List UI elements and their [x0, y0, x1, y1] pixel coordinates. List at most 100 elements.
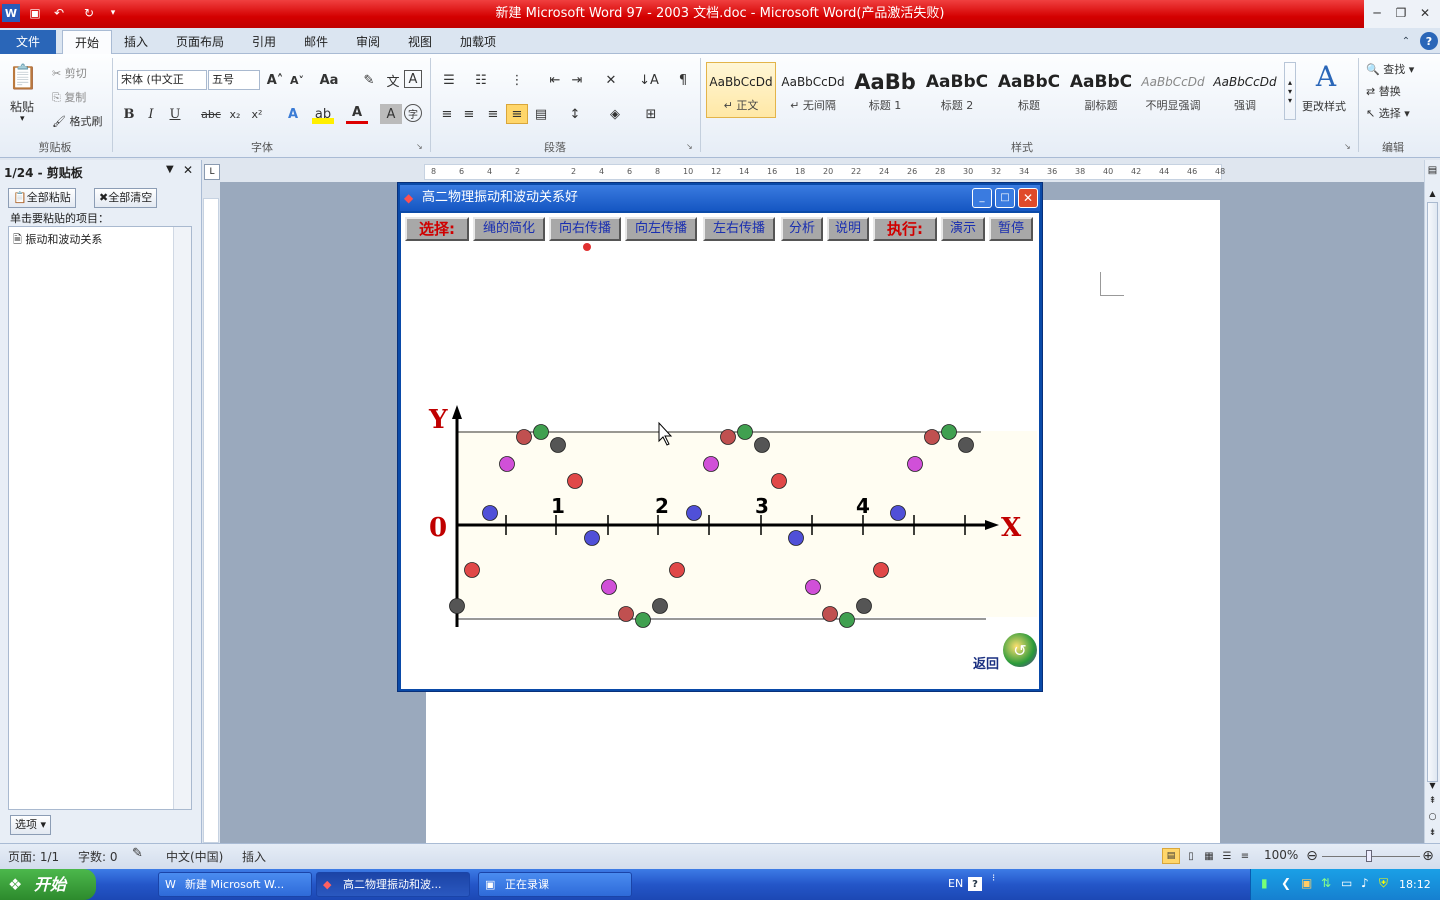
taskbar-item-recording[interactable]: ▣ 正在录课 — [478, 872, 632, 897]
draft-icon[interactable]: ≡ — [1236, 848, 1254, 864]
line-spacing-icon[interactable]: ↕ — [564, 104, 586, 124]
change-styles-icon[interactable]: A — [1308, 58, 1344, 94]
distributed-icon[interactable]: ▤ — [530, 104, 552, 124]
minimize-icon[interactable]: ─ — [1366, 4, 1388, 22]
style-title[interactable]: AaBbC 标题 — [994, 62, 1064, 118]
scroll-down-icon[interactable]: ▼ — [1425, 778, 1440, 792]
battery-icon[interactable]: ▮ — [1261, 876, 1268, 890]
styles-dialog-launcher-icon[interactable]: ↘ — [1344, 142, 1351, 151]
ime-options-icon[interactable]: ⁝ — [992, 873, 995, 884]
enclose-char-icon[interactable]: 字 — [404, 104, 422, 122]
clear-all-button[interactable]: ✖全部清空 — [94, 188, 158, 208]
highlight-icon[interactable]: ab — [312, 104, 334, 124]
tab-references[interactable]: 引用 — [240, 30, 288, 54]
format-painter-button[interactable]: 🖌 格式刷 — [52, 113, 102, 129]
italic-icon[interactable]: I — [140, 104, 162, 124]
tab-file[interactable]: 文件 — [0, 30, 56, 54]
strikethrough-icon[interactable]: abc — [200, 104, 222, 124]
font-size-combo[interactable]: 五号 — [208, 70, 260, 90]
taskbar-item-flash[interactable]: ◆ 高二物理振动和波... — [316, 872, 470, 897]
bold-icon[interactable]: B — [118, 104, 140, 124]
cut-button[interactable]: ✂ 剪切 — [52, 65, 87, 81]
input-language[interactable]: EN — [948, 877, 963, 890]
tab-home[interactable]: 开始 — [62, 30, 113, 54]
tab-addins[interactable]: 加载项 — [448, 30, 508, 54]
align-left-icon[interactable]: ≡ — [436, 104, 458, 124]
scroll-thumb[interactable] — [1427, 202, 1438, 782]
justify-icon[interactable]: ≡ — [506, 104, 528, 124]
phonetic-guide-icon[interactable]: 文 — [382, 70, 404, 90]
document-vertical-scrollbar[interactable]: ▤ ▲ ▼ ⇞ ○ ⇟ — [1424, 160, 1440, 843]
borders-icon[interactable]: ⊞ — [640, 104, 662, 124]
copy-button[interactable]: ⎘ 复制 — [52, 89, 86, 105]
style-heading-1[interactable]: AaBb 标题 1 — [850, 62, 920, 118]
tab-selector-icon[interactable]: L — [204, 164, 220, 180]
replace-button[interactable]: ⇄ 替换 — [1366, 83, 1401, 99]
zoom-out-icon[interactable]: ⊖ — [1304, 848, 1320, 864]
paste-icon[interactable]: 📋 — [8, 60, 38, 94]
tab-insert[interactable]: 插入 — [112, 30, 160, 54]
ime-help-icon[interactable]: ? — [968, 877, 982, 891]
bullets-icon[interactable]: ☰ — [438, 70, 460, 90]
help-icon[interactable]: ? — [1420, 32, 1438, 50]
tab-page-layout[interactable]: 页面布局 — [164, 30, 236, 54]
styles-scroll[interactable]: ▴ ▾ ▾ — [1284, 62, 1296, 120]
numbering-icon[interactable]: ☷ — [470, 70, 492, 90]
restore-icon[interactable]: ❐ — [1390, 4, 1412, 22]
change-case-icon[interactable]: Aa — [318, 70, 340, 90]
paste-all-button[interactable]: 📋全部粘贴 — [8, 188, 76, 208]
full-screen-reading-icon[interactable]: ▯ — [1182, 848, 1200, 864]
grow-font-icon[interactable]: A˄ — [264, 70, 286, 90]
flash-close-icon[interactable]: ✕ — [1018, 188, 1038, 208]
paragraph-dialog-launcher-icon[interactable]: ↘ — [686, 142, 693, 151]
start-button[interactable]: ❖ 开始 — [0, 869, 96, 900]
scroll-up-icon[interactable]: ▲ — [1425, 186, 1440, 200]
display-icon[interactable]: ▭ — [1341, 876, 1352, 890]
proofing-icon[interactable]: ✎ — [132, 846, 143, 861]
collapse-ribbon-icon[interactable]: ⌃ — [1398, 33, 1414, 49]
outline-icon[interactable]: ☰ — [1218, 848, 1236, 864]
style-emphasis[interactable]: AaBbCcDd 强调 — [1210, 62, 1280, 118]
style-heading-2[interactable]: AaBbC 标题 2 — [922, 62, 992, 118]
paste-button[interactable]: 粘贴 — [10, 98, 34, 115]
tray-app-icon[interactable]: ▣ — [1301, 876, 1312, 890]
find-button[interactable]: 🔍 查找 ▾ — [1366, 61, 1414, 77]
web-layout-icon[interactable]: ▦ — [1200, 848, 1218, 864]
clock[interactable]: 18:12 — [1399, 878, 1431, 891]
insert-mode[interactable]: 插入 — [242, 848, 266, 865]
taskbar-item-word[interactable]: W 新建 Microsoft W... — [158, 872, 312, 897]
network-icon[interactable]: ⇅ — [1321, 876, 1331, 890]
clipboard-item[interactable]: 🗎 振动和波动关系 — [13, 231, 102, 250]
tab-review[interactable]: 审阅 — [344, 30, 392, 54]
change-styles-button[interactable]: 更改样式 — [1302, 98, 1346, 114]
align-center-icon[interactable]: ≡ — [458, 104, 480, 124]
volume-icon[interactable]: ♪ — [1361, 876, 1369, 890]
show-marks-icon[interactable]: ¶ — [672, 70, 694, 90]
security-shield-icon[interactable]: ⛨ — [1379, 876, 1388, 891]
font-color-icon[interactable]: A — [346, 104, 368, 124]
font-name-combo[interactable]: 宋体 (中文正 — [117, 70, 207, 90]
style-subtle-emphasis[interactable]: AaBbCcDd 不明显强调 — [1138, 62, 1208, 118]
superscript-icon[interactable]: x² — [246, 104, 268, 124]
style-normal[interactable]: AaBbCcDd ↵ 正文 — [706, 62, 776, 118]
style-subtitle[interactable]: AaBbC 副标题 — [1066, 62, 1136, 118]
char-shading-icon[interactable]: A — [380, 104, 402, 124]
options-button[interactable]: 选项 ▾ — [10, 815, 52, 835]
pane-close-icon[interactable]: ✕ — [183, 163, 193, 177]
text-effects-icon[interactable]: A — [282, 104, 304, 124]
clipboard-list-scrollbar[interactable] — [173, 227, 191, 809]
print-layout-icon[interactable]: ▤ — [1162, 848, 1180, 864]
back-arrow-icon[interactable]: ↺ — [1003, 633, 1037, 667]
sort-icon[interactable]: ↓A — [638, 70, 660, 90]
next-page-icon[interactable]: ⇟ — [1425, 826, 1440, 840]
language[interactable]: 中文(中国) — [166, 848, 223, 865]
page-count[interactable]: 页面: 1/1 — [8, 848, 59, 865]
shrink-font-icon[interactable]: A˅ — [286, 70, 308, 90]
underline-icon[interactable]: U — [164, 104, 186, 124]
style-no-spacing[interactable]: AaBbCcDd ↵ 无间隔 — [778, 62, 848, 118]
subscript-icon[interactable]: x₂ — [224, 104, 246, 124]
chinese-layout-icon[interactable]: ✕ — [600, 70, 622, 90]
decrease-indent-icon[interactable]: ⇤ — [544, 70, 566, 90]
multilevel-list-icon[interactable]: ⋮ — [506, 70, 528, 90]
font-dialog-launcher-icon[interactable]: ↘ — [416, 142, 423, 151]
